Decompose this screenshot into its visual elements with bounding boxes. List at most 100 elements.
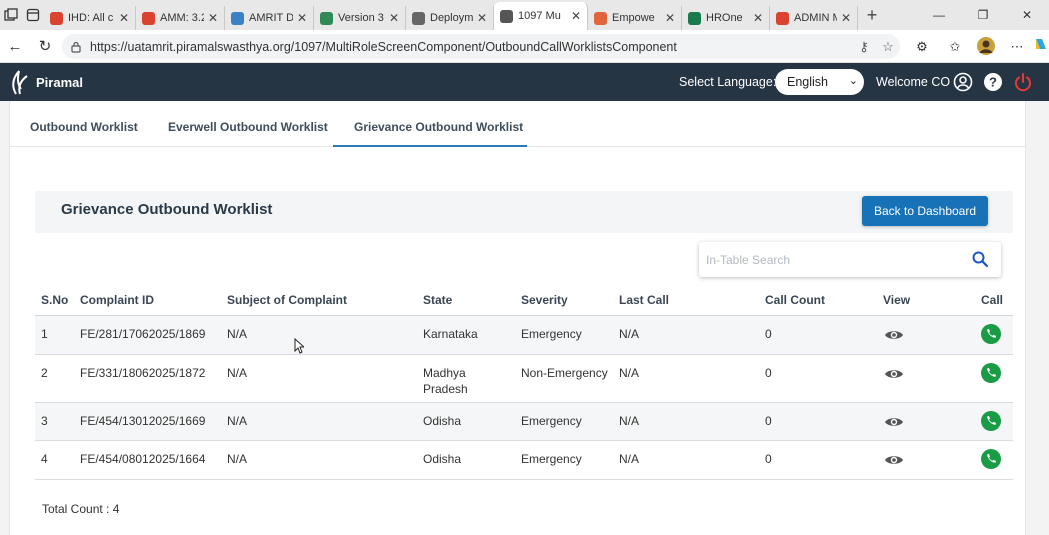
table-row: 3 FE/454/13012025/1669 N/A Odisha Emergency N…	[35, 403, 1013, 441]
url-text: https://uatamrit.piramalswasthya.org/109…	[90, 39, 677, 54]
view-eye-icon[interactable]	[884, 415, 904, 429]
browser-tab[interactable]: Deploym ✕	[406, 6, 494, 30]
copilot-icon[interactable]	[1032, 36, 1049, 58]
browser-address-bar: ← ↻ https://uatamrit.piramalswasthya.org…	[0, 30, 1049, 63]
tab-outbound-worklist[interactable]: Outbound Worklist	[30, 120, 138, 134]
browser-tab-title: AMRIT D	[249, 12, 293, 24]
tab-actions-icon[interactable]	[22, 4, 44, 26]
cell-subject: N/A	[227, 327, 248, 341]
extensions-icon[interactable]: ⚙	[911, 36, 933, 58]
close-window-button[interactable]: ✕	[1005, 0, 1049, 30]
piramal-logo: Piramal	[10, 69, 83, 95]
cell-last-call: N/A	[619, 366, 640, 380]
url-field[interactable]: https://uatamrit.piramalswasthya.org/109…	[62, 34, 900, 59]
browser-tab[interactable]: HROne ✕	[682, 6, 770, 30]
close-tab-icon[interactable]: ✕	[753, 11, 763, 25]
view-eye-icon[interactable]	[884, 367, 904, 381]
browser-tab-title: Version 3	[338, 12, 384, 24]
brand-name: Piramal	[36, 74, 83, 90]
col-header-severity: Severity	[521, 293, 568, 307]
view-eye-icon[interactable]	[884, 328, 904, 342]
close-tab-icon[interactable]: ✕	[841, 11, 851, 25]
cell-state: Odisha	[423, 414, 462, 428]
call-phone-icon[interactable]	[981, 449, 1001, 469]
close-tab-icon[interactable]: ✕	[571, 9, 581, 23]
cell-subject: N/A	[227, 414, 248, 428]
more-options-icon[interactable]: ⋯	[1006, 36, 1028, 58]
tab-everwell-outbound-worklist[interactable]: Everwell Outbound Worklist	[168, 120, 328, 134]
mouse-cursor-icon	[294, 338, 304, 354]
tab-grievance-outbound-worklist[interactable]: Grievance Outbound Worklist	[354, 120, 523, 134]
piramal-leaf-icon	[12, 70, 28, 95]
card-title: Grievance Outbound Worklist	[61, 201, 273, 218]
tab-favicon-icon	[231, 11, 244, 25]
language-label: Select Language:	[679, 75, 777, 89]
browser-tab-title: Empowe	[612, 12, 655, 24]
chevron-down-icon: ⌄	[848, 75, 858, 87]
help-icon[interactable]: ?	[983, 72, 1003, 92]
cell-state: Odisha	[423, 452, 462, 466]
in-table-search[interactable]: In-Table Search	[699, 242, 1001, 277]
search-input[interactable]: In-Table Search	[706, 253, 790, 267]
close-tab-icon[interactable]: ✕	[477, 11, 487, 25]
browser-tab-title: HROne	[706, 12, 743, 24]
search-icon[interactable]	[971, 250, 989, 268]
cell-state: Karnataka	[423, 327, 478, 341]
back-to-dashboard-button[interactable]: Back to Dashboard	[862, 196, 988, 226]
site-info-icon[interactable]	[70, 41, 82, 53]
browser-tab[interactable]: IHD: All c ✕	[44, 6, 136, 30]
cell-complaint-id: FE/331/18062025/1872	[80, 366, 206, 380]
tab-favicon-icon	[500, 9, 513, 23]
view-eye-icon[interactable]	[884, 453, 904, 467]
browser-tab[interactable]: Empowe ✕	[588, 6, 682, 30]
browser-tab[interactable]: Version 3 ✕	[314, 6, 406, 30]
table-row: 4 FE/454/08012025/1664 N/A Odisha Emergency N…	[35, 441, 1013, 480]
main-content: Outbound Worklist Everwell Outbound Work…	[9, 101, 1026, 535]
browser-tab[interactable]: 1097 Mu ✕	[494, 2, 588, 30]
user-profile-icon[interactable]	[953, 72, 973, 92]
profile-avatar-icon[interactable]	[975, 36, 997, 58]
power-logout-icon[interactable]	[1013, 72, 1033, 92]
close-tab-icon[interactable]: ✕	[208, 11, 218, 25]
worklist-tabs: Outbound Worklist Everwell Outbound Work…	[10, 101, 1025, 147]
browser-tab[interactable]: ADMIN M ✕	[770, 6, 858, 30]
svg-text:?: ?	[989, 75, 997, 90]
favorites-icon[interactable]: ✩	[944, 36, 966, 58]
close-tab-icon[interactable]: ✕	[665, 11, 675, 25]
favorite-star-icon[interactable]: ☆	[876, 39, 900, 55]
browser-tab-title: AMM: 3.2	[160, 12, 204, 24]
cell-last-call: N/A	[619, 327, 640, 341]
key-icon[interactable]: ⚷	[852, 39, 876, 55]
workspaces-icon[interactable]	[0, 4, 22, 26]
cell-complaint-id: FE/454/08012025/1664	[80, 452, 206, 466]
cell-subject: N/A	[227, 452, 248, 466]
tab-favicon-icon	[594, 11, 607, 25]
restore-button[interactable]: ❐	[961, 0, 1005, 30]
cell-state: Madhya Pradesh	[423, 366, 468, 396]
browser-tab-title: IHD: All c	[68, 12, 114, 24]
close-tab-icon[interactable]: ✕	[119, 11, 129, 25]
cell-sno: 3	[41, 414, 48, 428]
active-tab-indicator	[333, 145, 527, 147]
new-tab-button[interactable]: +	[858, 5, 886, 26]
cell-call-count: 0	[765, 414, 772, 428]
cell-complaint-id: FE/281/17062025/1869	[80, 327, 206, 341]
language-select[interactable]: English ⌄	[775, 69, 864, 95]
back-icon[interactable]: ←	[0, 38, 30, 55]
cell-sno: 1	[41, 327, 48, 341]
minimize-button[interactable]: —	[917, 0, 961, 30]
browser-tab[interactable]: AMM: 3.2 ✕	[136, 6, 225, 30]
col-header-view: View	[883, 293, 911, 307]
cell-last-call: N/A	[619, 414, 640, 428]
browser-tab-title: Deploym	[430, 12, 473, 24]
window-controls: — ❐ ✕	[917, 0, 1049, 30]
close-tab-icon[interactable]: ✕	[389, 11, 399, 25]
app-header: Piramal Select Language: English ⌄ Welco…	[0, 63, 1049, 101]
close-tab-icon[interactable]: ✕	[297, 11, 307, 25]
call-phone-icon[interactable]	[981, 324, 1001, 344]
refresh-icon[interactable]: ↻	[30, 37, 60, 55]
browser-tab[interactable]: AMRIT D ✕	[225, 6, 314, 30]
call-phone-icon[interactable]	[981, 411, 1001, 431]
welcome-text: Welcome CO	[876, 75, 951, 89]
call-phone-icon[interactable]	[981, 363, 1001, 383]
